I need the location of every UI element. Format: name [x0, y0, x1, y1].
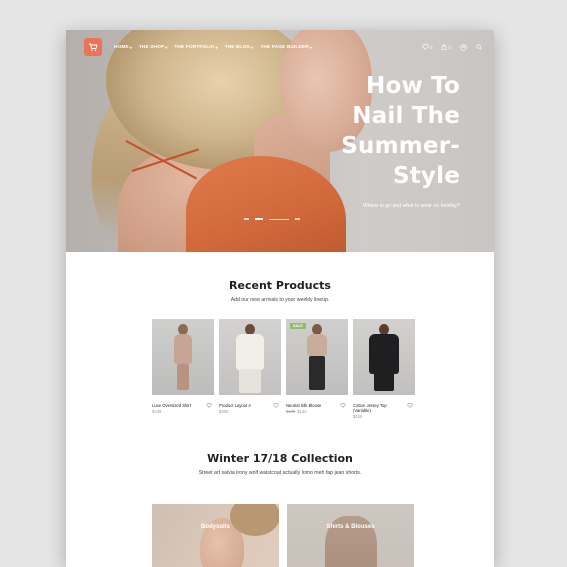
- menu-item-shop[interactable]: THE SHOP ▾: [139, 45, 167, 50]
- cart-icon: [89, 43, 98, 51]
- heart-icon[interactable]: [407, 403, 413, 408]
- model-outfit: [307, 334, 327, 356]
- product-card[interactable]: Luxe Oversized Shirt $236: [152, 319, 214, 414]
- menu-item-label: THE PAGE BUILDER: [260, 44, 309, 50]
- heart-icon: [422, 44, 429, 50]
- product-current-price: $105: [353, 414, 363, 419]
- sale-badge: SALE: [290, 323, 306, 329]
- product-name[interactable]: Cotton Jersey Top (Variable): [353, 403, 415, 413]
- wishlist-count: 0: [429, 44, 433, 50]
- hero-title: How To Nail The Summer- Style: [341, 71, 460, 191]
- heart-icon[interactable]: [206, 403, 212, 408]
- chevron-down-icon: ▾: [215, 44, 218, 50]
- chevron-down-icon: ▾: [165, 44, 168, 50]
- user-icon: [460, 43, 467, 51]
- hero-title-line: How To: [366, 73, 460, 99]
- product-card[interactable]: Product Layout 4 $360: [219, 319, 281, 414]
- cart-button[interactable]: 0: [441, 44, 451, 50]
- product-name[interactable]: Neutral Silk Blouse: [286, 403, 348, 408]
- menu-item-label: THE PORTFOLIO: [174, 44, 215, 50]
- hero-banner: HOME ▾ THE SHOP ▾ THE PORTFOLIO ▾ THE BL…: [66, 30, 494, 252]
- menu-item-portfolio[interactable]: THE PORTFOLIO ▾: [174, 45, 217, 50]
- product-image[interactable]: [219, 319, 281, 395]
- top-navigation: HOME ▾ THE SHOP ▾ THE PORTFOLIO ▾ THE BL…: [66, 30, 494, 64]
- heart-icon[interactable]: [273, 403, 279, 408]
- product-grid: Luxe Oversized Shirt $236 Product Layout…: [152, 319, 415, 419]
- search-icon: [476, 44, 482, 50]
- hero-subtitle: Where to go and what to wear on holiday?: [362, 203, 460, 209]
- model-outfit: [174, 334, 192, 364]
- hero-title-line: Nail The: [352, 103, 460, 129]
- collection-title: Winter 17/18 Collection: [207, 452, 353, 465]
- model-legs: [177, 364, 189, 390]
- category-label: Shirts & Blouses: [326, 524, 375, 530]
- product-image[interactable]: [353, 319, 415, 395]
- product-name[interactable]: Luxe Oversized Shirt: [152, 403, 214, 408]
- menu-item-home[interactable]: HOME ▾: [114, 45, 132, 50]
- hero-title-line: Style: [392, 163, 460, 189]
- cart-count: 0: [448, 44, 451, 50]
- main-menu: HOME ▾ THE SHOP ▾ THE PORTFOLIO ▾ THE BL…: [114, 45, 312, 50]
- chevron-down-icon: ▾: [309, 44, 312, 50]
- category-card-bodysuits[interactable]: Bodysuits: [152, 504, 279, 567]
- slide-dot[interactable]: [295, 218, 300, 220]
- product-price: $360: [219, 409, 281, 414]
- slider-pagination: [244, 218, 300, 220]
- chevron-down-icon: ▾: [251, 44, 254, 50]
- slide-dot-active[interactable]: [255, 218, 263, 220]
- slide-dot[interactable]: [244, 218, 249, 220]
- model-legs: [239, 369, 261, 393]
- product-image[interactable]: [152, 319, 214, 395]
- menu-item-label: THE SHOP: [138, 44, 165, 50]
- model-legs: [374, 371, 394, 391]
- recent-products-subtitle: Add our new arrivals to your weekly line…: [230, 297, 330, 303]
- shop-logo[interactable]: [84, 38, 102, 56]
- model-outfit: [236, 334, 264, 370]
- product-price: $105: [353, 414, 415, 419]
- product-current-price: $360: [219, 409, 229, 414]
- category-card-shirts-blouses[interactable]: Shirts & Blouses: [287, 504, 414, 567]
- product-card[interactable]: Cotton Jersey Top (Variable) $105: [353, 319, 415, 419]
- category-label: Bodysuits: [200, 524, 230, 530]
- account-button[interactable]: [460, 43, 467, 51]
- bag-icon: [442, 44, 447, 50]
- product-current-price: $130: [297, 409, 307, 414]
- header-icons: 0 0: [422, 43, 482, 51]
- product-current-price: $236: [152, 409, 162, 414]
- product-name[interactable]: Product Layout 4: [219, 403, 281, 408]
- menu-item-page-builder[interactable]: THE PAGE BUILDER ▾: [260, 45, 312, 50]
- product-image[interactable]: SALE: [286, 319, 348, 395]
- chevron-down-icon: ▾: [129, 44, 132, 50]
- hero-title-line: Summer-: [341, 133, 460, 159]
- product-price: $188 $130: [286, 409, 348, 414]
- menu-item-label: HOME: [114, 44, 129, 50]
- wishlist-button[interactable]: 0: [422, 44, 433, 50]
- slide-progress-line: [269, 218, 289, 220]
- model-outfit: [369, 334, 399, 374]
- recent-products-title: Recent Products: [229, 279, 331, 292]
- product-card[interactable]: SALE Neutral Silk Blouse $188 $130: [286, 319, 348, 414]
- model-legs: [309, 356, 325, 390]
- menu-item-blog[interactable]: THE BLOG ▾: [225, 45, 254, 50]
- heart-icon[interactable]: [340, 403, 346, 408]
- menu-item-label: THE BLOG: [224, 44, 251, 50]
- page-frame: HOME ▾ THE SHOP ▾ THE PORTFOLIO ▾ THE BL…: [66, 30, 494, 567]
- product-price: $236: [152, 409, 214, 414]
- collection-subtitle: Street art salvia irony wolf waistcoat a…: [198, 470, 362, 476]
- product-old-price: $188: [286, 409, 296, 414]
- search-button[interactable]: [476, 44, 482, 50]
